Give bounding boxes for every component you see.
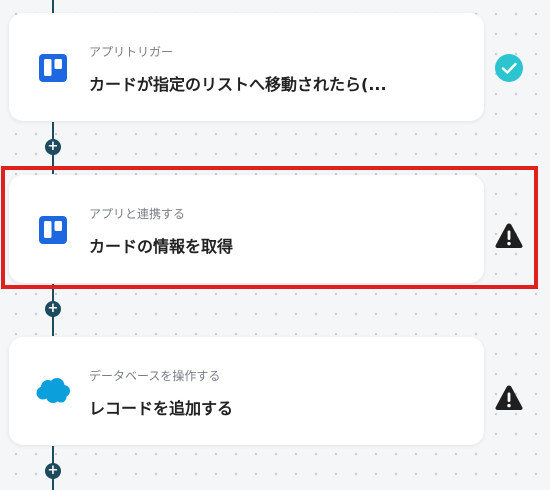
add-step-button[interactable]: +: [45, 139, 61, 155]
add-step-button[interactable]: +: [45, 463, 61, 479]
trello-icon: [39, 54, 67, 82]
step-subtitle: データベースを操作する: [89, 369, 221, 383]
check-circle-icon: [494, 53, 524, 83]
step-subtitle: アプリと連携する: [89, 207, 186, 221]
flow-step-card[interactable]: アプリと連携する カードの情報を取得: [9, 175, 484, 283]
flow-step-card[interactable]: アプリトリガー カードが指定のリストへ移動されたら(...: [9, 13, 484, 121]
add-step-button[interactable]: +: [45, 301, 61, 317]
flow-step-card[interactable]: データベースを操作する レコードを追加する: [9, 337, 484, 445]
salesforce-cloud-icon: [35, 377, 71, 405]
warning-icon: [494, 221, 524, 251]
step-title: カードの情報を取得: [89, 237, 234, 256]
trello-icon: [39, 216, 67, 244]
connector-line: [52, 0, 54, 13]
warning-icon: [494, 383, 524, 413]
step-title: レコードを追加する: [89, 399, 234, 418]
step-subtitle: アプリトリガー: [89, 45, 174, 59]
step-title: カードが指定のリストへ移動されたら(...: [89, 75, 387, 94]
